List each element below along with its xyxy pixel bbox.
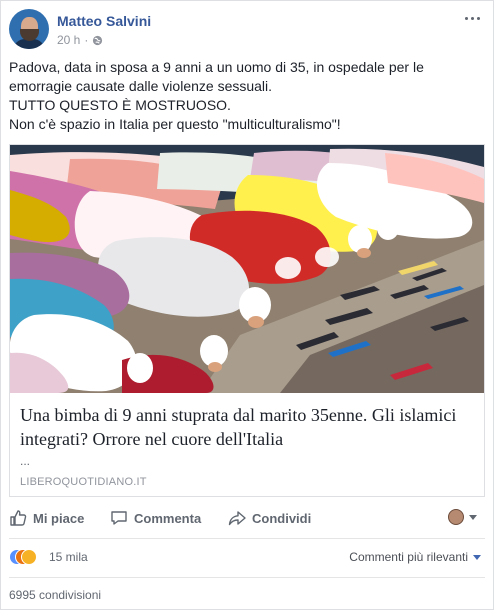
shared-link-preview[interactable]: Una bimba di 9 anni stuprata dal marito … [9,144,485,497]
post-meta: 20 h · [57,33,103,47]
comments-order-label: Commenti più rilevanti [349,550,468,564]
post-text-line: TUTTO QUESTO È MOSTRUOSO. [9,97,231,113]
post-time[interactable]: 20 h [57,33,80,47]
more-options-icon[interactable] [465,13,483,23]
comment-button[interactable]: Commenta [110,505,201,531]
comment-bubble-icon [111,511,127,525]
author-name[interactable]: Matteo Salvini [57,13,151,29]
share-count[interactable]: 6995 condivisioni [9,588,101,602]
chevron-down-icon [469,514,477,520]
post-text: Padova, data in sposa a 9 anni a un uomo… [9,58,479,134]
link-title[interactable]: Una bimba di 9 anni stuprata dal marito … [20,403,470,451]
share-label: Condividi [252,510,312,526]
comment-order-selector[interactable]: Commenti più rilevanti [349,548,481,566]
like-button[interactable]: Mi piace [9,505,84,531]
link-domain: LIBEROQUOTIDIANO.IT [20,476,147,488]
post-text-line: Non c'è spazio in Italia per questo "mul… [9,116,341,132]
comment-label: Commenta [134,510,202,526]
globe-icon[interactable] [92,35,103,46]
link-description: ... [20,454,31,468]
post-actions: Mi piace Commenta Condividi [9,505,485,531]
audience-selector[interactable] [448,509,477,525]
mini-avatar [448,509,464,525]
share-button[interactable]: Condividi [228,505,311,531]
reaction-icons [9,549,37,565]
author-avatar[interactable] [9,9,49,49]
sad-reaction-icon [21,549,37,565]
post-header: Matteo Salvini 20 h · [9,9,485,53]
post-text-line: Padova, data in sposa a 9 anni a un uomo… [9,59,424,75]
prayer-photo-illustration [10,145,484,393]
like-label: Mi piace [33,510,85,526]
stats-divider [9,577,485,578]
facebook-post-card: Matteo Salvini 20 h · Padova, data in sp… [0,0,494,610]
actions-divider [9,538,485,539]
reaction-summary[interactable]: 15 mila [9,548,88,566]
share-arrow-icon [228,511,246,526]
thumbs-up-icon [10,510,27,526]
post-text-line: emorragie causate dalle violenze sessual… [9,78,273,94]
chevron-down-icon [473,554,481,560]
meta-separator: · [84,33,89,47]
reactions-count: 15 mila [49,550,88,564]
link-preview-image[interactable] [10,145,484,393]
